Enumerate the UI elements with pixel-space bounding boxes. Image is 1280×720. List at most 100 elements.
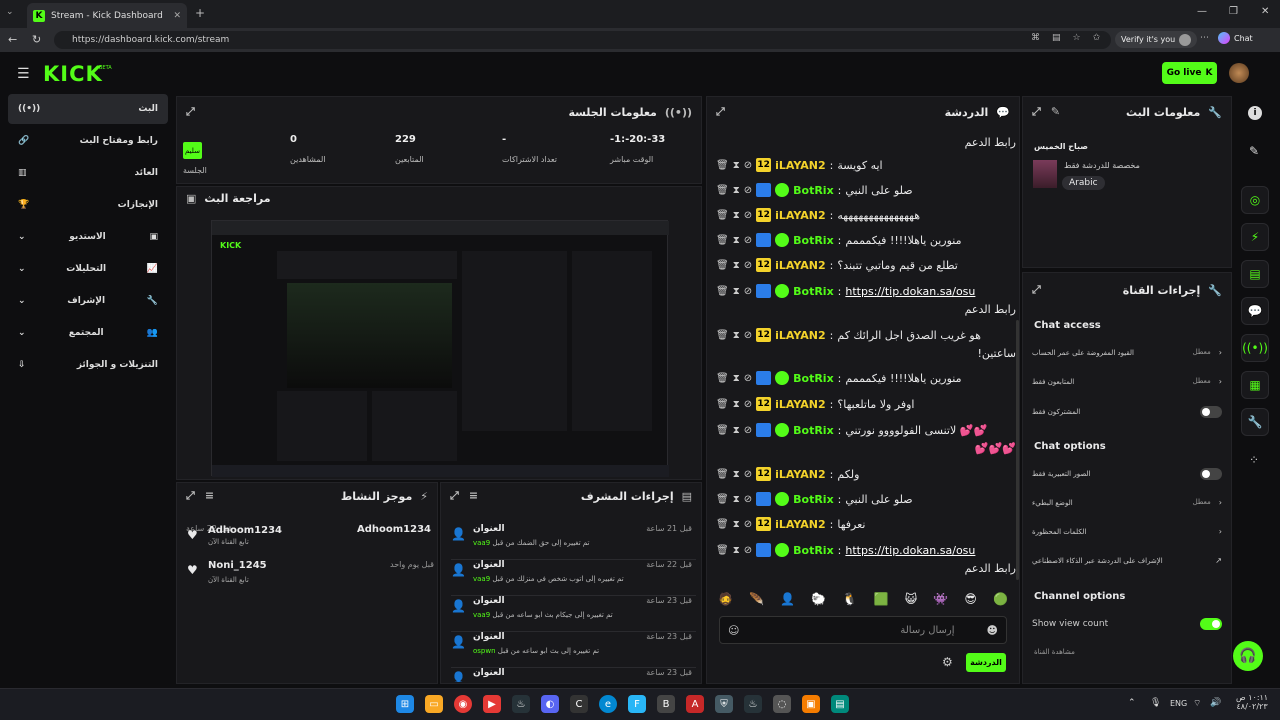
new-tab-icon[interactable]: + [195, 6, 205, 20]
youtube-icon[interactable]: ▶ [483, 695, 501, 713]
app-icon[interactable]: ▤ [831, 695, 849, 713]
minimize-icon[interactable]: — [1197, 6, 1207, 17]
delete-icon[interactable]: 🗑 [716, 373, 729, 384]
start-icon[interactable]: ⊞ [396, 695, 414, 713]
timeout-icon[interactable]: ⧗ [733, 494, 740, 505]
maximize-icon[interactable]: ❐ [1229, 6, 1238, 17]
emote-icon[interactable]: 👾 [933, 592, 948, 606]
language-indicator[interactable]: ENG [1170, 699, 1187, 708]
rail-button[interactable]: 🔧 [1241, 408, 1269, 436]
timeout-icon[interactable]: ⧗ [733, 545, 740, 556]
delete-icon[interactable]: 🗑 [716, 286, 729, 297]
app-icon[interactable]: ◌ [773, 695, 791, 713]
expand-icon[interactable]: ⤢ [186, 489, 195, 503]
expand-icon[interactable]: ⤢ [1032, 105, 1041, 119]
slow-mode-row[interactable]: الوضع البطيء معطل › [1032, 498, 1222, 507]
star-icon[interactable]: ☆ [1073, 33, 1081, 43]
gear-icon[interactable]: ⚙ [942, 655, 953, 669]
emotes-only-toggle[interactable] [1200, 468, 1222, 480]
smile-icon[interactable]: ☻ [987, 624, 998, 637]
browser-tab[interactable]: K Stream - Kick Dashboard ✕ [27, 3, 187, 28]
app-a-icon[interactable]: A [686, 695, 704, 713]
ban-icon[interactable]: ⊘ [744, 469, 752, 480]
chat-username[interactable]: iLAYAN2 [775, 209, 826, 222]
nav-item-stream[interactable]: ((•)) البث [8, 94, 168, 124]
edge-icon[interactable]: e [599, 695, 617, 713]
ban-icon[interactable]: ⊘ [744, 373, 752, 384]
chat-username[interactable]: iLAYAN2 [775, 398, 826, 411]
tray-chevron-icon[interactable]: ⌃ [1128, 698, 1136, 708]
chat-username[interactable]: BotRix [793, 372, 834, 385]
menu-icon[interactable]: ☰ [17, 66, 30, 82]
chat-scrollbar[interactable] [1016, 320, 1019, 580]
ban-icon[interactable]: ⊘ [744, 286, 752, 297]
language-tag[interactable]: Arabic [1062, 176, 1105, 190]
category-thumbnail[interactable] [1033, 160, 1057, 188]
url-input[interactable]: https://dashboard.kick.com/stream [54, 31, 1111, 49]
more-icon[interactable]: ⋯ [1200, 33, 1209, 43]
timeout-icon[interactable]: ⧗ [733, 399, 740, 410]
app-b-icon[interactable]: B [657, 695, 675, 713]
ban-icon[interactable]: ⊘ [744, 160, 752, 171]
delete-icon[interactable]: 🗑 [716, 260, 729, 271]
rail-button[interactable]: ▤ [1241, 260, 1269, 288]
discord-icon[interactable]: ◐ [541, 695, 559, 713]
ban-icon[interactable]: ⊘ [744, 425, 752, 436]
expand-icon[interactable]: ⤢ [450, 489, 459, 503]
shield-icon[interactable]: ⛨ [715, 695, 733, 713]
emote-icon[interactable]: 🐧 [842, 592, 857, 606]
ban-icon[interactable]: ⊘ [744, 545, 752, 556]
timeout-icon[interactable]: ⧗ [733, 425, 740, 436]
expand-icon[interactable]: ⤢ [1032, 283, 1041, 297]
call-of-duty-icon[interactable]: C [570, 695, 588, 713]
rail-button[interactable]: ⚡ [1241, 223, 1269, 251]
copilot-chat-button[interactable]: Chat [1218, 32, 1253, 44]
timeout-icon[interactable]: ⧗ [733, 519, 740, 530]
verify-button[interactable]: Verify it's you [1115, 31, 1198, 48]
chrome-icon[interactable]: ◉ [454, 695, 472, 713]
steam-icon[interactable]: ♨ [744, 695, 762, 713]
expand-icon[interactable]: ⤢ [186, 105, 195, 119]
mic-icon[interactable]: 🎙 [1150, 698, 1161, 708]
clock[interactable]: ١٠:١١ ص ٤٨/٠٢/٢٣ [1236, 693, 1268, 711]
back-icon[interactable]: ← [8, 33, 17, 46]
go-live-button[interactable]: Go live K [1162, 62, 1217, 84]
ai-moderation-row[interactable]: الإشراف على الدردشة عبر الذكاء الاصطناعي… [1032, 556, 1222, 565]
network-icon[interactable]: ⌔ [1193, 698, 1201, 709]
chat-username[interactable]: iLAYAN2 [775, 259, 826, 272]
chat-username[interactable]: BotRix [793, 285, 834, 298]
nav-item-studio[interactable]: ⌄ الاستديو ▣ [8, 222, 168, 252]
delete-icon[interactable]: 🗑 [716, 235, 729, 246]
nav-item-analytics[interactable]: ⌄ التحليلات 📈 [8, 254, 168, 284]
followers-only-row[interactable]: المتابعون فقط معطل › [1032, 377, 1222, 386]
delete-icon[interactable]: 🗑 [716, 469, 729, 480]
delete-icon[interactable]: 🗑 [716, 160, 729, 171]
volume-icon[interactable]: 🔊 [1210, 698, 1221, 708]
timeout-icon[interactable]: ⧗ [733, 160, 740, 171]
app-icon[interactable]: ▣ [802, 695, 820, 713]
close-window-icon[interactable]: ✕ [1261, 6, 1269, 17]
apps-icon[interactable]: ⁘ [1249, 453, 1259, 467]
timeout-icon[interactable]: ⧗ [733, 330, 740, 341]
emote-icon[interactable]: 🟢 [993, 592, 1008, 606]
rail-button[interactable]: ▦ [1241, 371, 1269, 399]
chat-username[interactable]: BotRix [793, 424, 834, 437]
chat-username[interactable]: iLAYAN2 [775, 468, 826, 481]
timeout-icon[interactable]: ⧗ [733, 210, 740, 221]
delete-icon[interactable]: 🗑 [716, 330, 729, 341]
edit-icon[interactable]: ✎ [1051, 105, 1060, 119]
emote-icon[interactable]: 😎 [964, 592, 977, 606]
nav-item-revenue[interactable]: ▥ العائد [8, 158, 168, 188]
emoji-icon[interactable]: ☺ [728, 624, 739, 637]
banned-words-row[interactable]: الكلمات المحظورة › [1032, 527, 1222, 536]
emote-icon[interactable]: 😺 [905, 592, 918, 606]
steam-icon[interactable]: ♨ [512, 695, 530, 713]
emote-icon[interactable]: 🐑 [811, 592, 826, 606]
filter-icon[interactable]: ≡ [469, 489, 478, 503]
chat-username[interactable]: BotRix [793, 184, 834, 197]
emote-icon[interactable]: 🪶 [749, 592, 764, 606]
account-age-restriction-row[interactable]: القيود المفروضة على عمر الحساب معطل › [1032, 348, 1222, 357]
reload-icon[interactable]: ↻ [32, 33, 41, 46]
emote-icon[interactable]: 🟩 [873, 592, 888, 606]
file-explorer-icon[interactable]: ▭ [425, 695, 443, 713]
